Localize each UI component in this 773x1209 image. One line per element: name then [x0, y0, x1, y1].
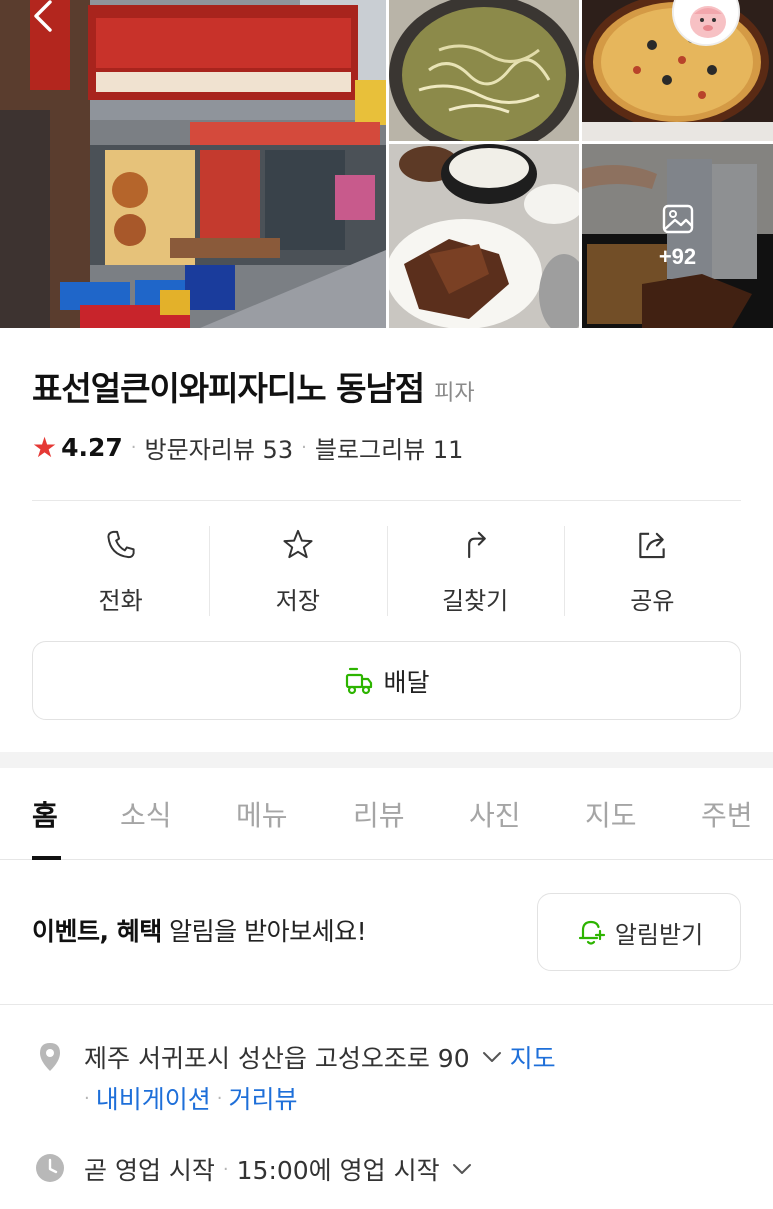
location-pin-icon — [40, 1043, 60, 1071]
photo-chicken[interactable] — [389, 144, 579, 328]
delivery-label: 배달 — [383, 667, 430, 697]
subscribe-alert-button[interactable]: 알림받기 — [537, 893, 741, 971]
rating-value: 4.27 — [61, 433, 123, 462]
separator-dot: · — [301, 437, 307, 458]
call-label: 전화 — [98, 587, 143, 615]
save-button[interactable]: 저장 — [209, 524, 386, 616]
photo-storefront[interactable] — [0, 0, 386, 328]
gallery-icon — [662, 204, 693, 234]
divider — [0, 1004, 773, 1005]
separator-dot: · — [222, 1158, 229, 1180]
title-row: 표선얼큰이와피자디노 동남점 피자 — [32, 362, 475, 410]
hours-detail: 15:00에 영업 시작 — [236, 1156, 440, 1185]
share-icon — [639, 532, 666, 559]
tab-nearby[interactable]: 주변 — [701, 794, 753, 834]
tab-news[interactable]: 소식 — [120, 794, 172, 834]
phone-icon — [107, 530, 135, 559]
tab-home[interactable]: 홈 — [32, 794, 58, 834]
notification-prompt-rest: 알림을 받아보세요! — [161, 917, 367, 946]
tab-photos[interactable]: 사진 — [469, 794, 521, 834]
address-links-row: · 내비게이션 · 거리뷰 — [84, 1080, 298, 1116]
place-name: 표선얼큰이와피자디노 동남점 — [32, 369, 425, 408]
photo-gallery: +92 — [0, 0, 773, 328]
save-label: 저장 — [275, 587, 320, 615]
separator-dot: · — [216, 1087, 223, 1109]
clock-icon — [36, 1154, 64, 1182]
separator-dot: · — [130, 437, 137, 458]
share-label: 공유 — [630, 587, 675, 615]
separator-dot: · — [84, 1087, 90, 1109]
rating-row: ★ 4.27 · 방문자리뷰 53 · 블로그리뷰 11 — [32, 430, 463, 465]
star-outline-icon — [283, 529, 313, 559]
hours-status: 곧 영업 시작 — [84, 1156, 215, 1185]
directions-icon — [468, 531, 486, 559]
share-button[interactable]: 공유 — [563, 524, 741, 616]
chevron-down-icon[interactable] — [450, 1157, 474, 1181]
chevron-down-icon[interactable] — [480, 1045, 504, 1069]
notification-prompt: 이벤트, 혜택 알림을 받아보세요! — [32, 912, 367, 948]
visitor-reviews-link[interactable]: 방문자리뷰 53 — [145, 430, 294, 465]
tab-menu[interactable]: 메뉴 — [236, 794, 288, 834]
delivery-button[interactable]: 배달 — [32, 641, 741, 720]
photo-soup[interactable] — [389, 0, 579, 141]
tab-reviews[interactable]: 리뷰 — [353, 794, 405, 834]
street-view-link[interactable]: 거리뷰 — [228, 1080, 297, 1116]
divider — [32, 500, 741, 501]
address-row: 제주 서귀포시 성산읍 고성오조로 90 지도 — [84, 1039, 556, 1075]
rating-star-icon: ★ — [32, 431, 58, 464]
directions-button[interactable]: 길찾기 — [386, 524, 564, 616]
more-photos-overlay[interactable]: +92 — [582, 144, 773, 328]
bell-plus-icon — [578, 920, 605, 945]
hours-row[interactable]: 곧 영업 시작 · 15:00에 영업 시작 — [84, 1151, 480, 1187]
back-arrow-icon[interactable] — [28, 0, 62, 34]
blog-reviews-link[interactable]: 블로그리뷰 11 — [315, 430, 464, 465]
more-photos-count: +92 — [658, 244, 697, 269]
active-tab-indicator — [32, 856, 61, 860]
map-link[interactable]: 지도 — [510, 1039, 556, 1075]
delivery-truck-icon — [346, 667, 373, 694]
action-bar: 전화 저장 길찾기 공유 — [32, 524, 741, 616]
navigation-link[interactable]: 내비게이션 — [96, 1080, 211, 1116]
notification-prompt-bold: 이벤트, 혜택 — [32, 917, 162, 946]
section-gap — [0, 752, 773, 768]
subscribe-alert-label: 알림받기 — [614, 920, 704, 949]
address-text: 제주 서귀포시 성산읍 고성오조로 90 — [84, 1044, 470, 1073]
call-button[interactable]: 전화 — [32, 524, 209, 616]
tab-map[interactable]: 지도 — [585, 794, 637, 834]
place-category: 피자 — [434, 381, 475, 406]
tab-bar: 홈 소식 메뉴 리뷰 사진 지도 주변 — [0, 768, 773, 860]
directions-label: 길찾기 — [442, 587, 509, 615]
